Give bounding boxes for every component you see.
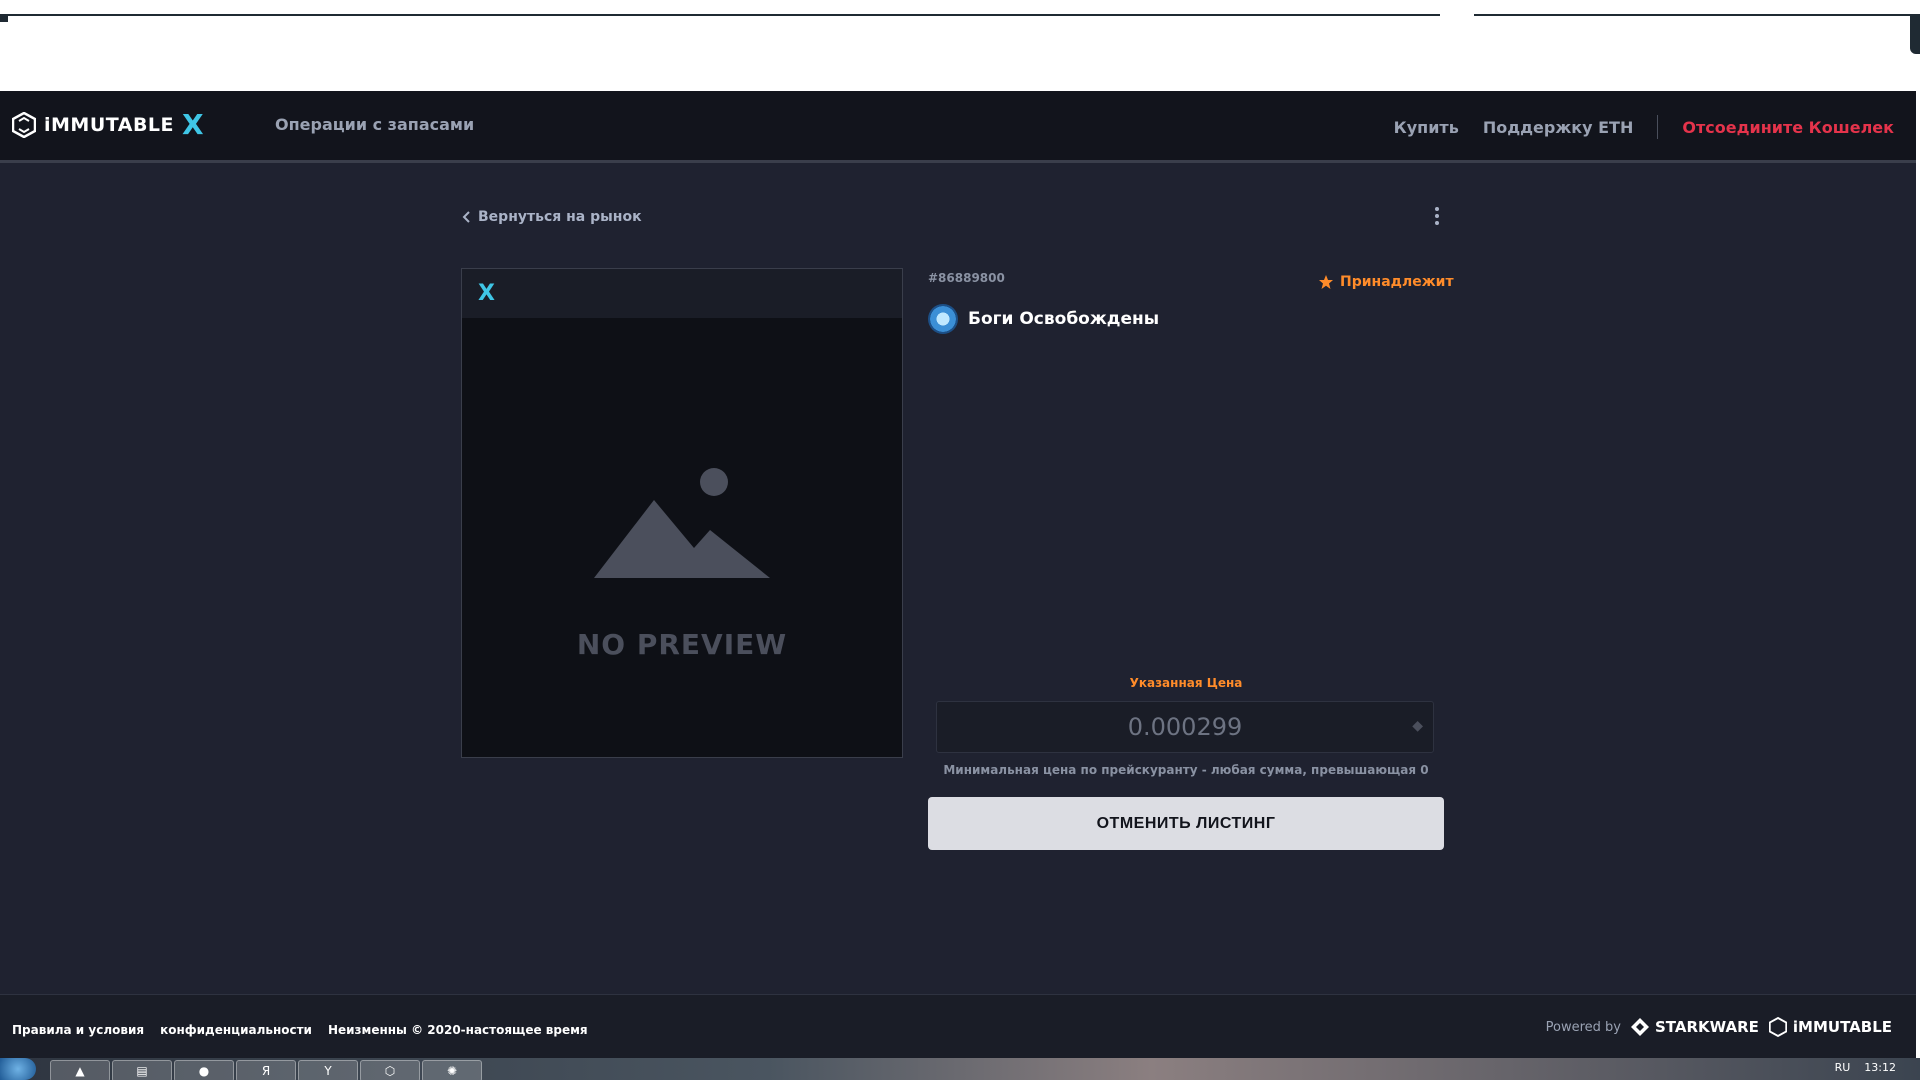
taskbar-app-folder-icon[interactable]: ▤	[112, 1060, 172, 1082]
disconnect-wallet-link[interactable]: Отсоедините Кошелек	[1682, 118, 1894, 137]
token-id: #86889800	[928, 271, 1005, 285]
listed-price-field: 0.000299 ◆	[936, 701, 1434, 753]
chevron-left-icon	[462, 211, 470, 223]
collection-name: Боги Освобождены	[968, 309, 1160, 329]
taskbar-app-gods-icon[interactable]: ✺	[422, 1060, 482, 1082]
browser-corner-right	[1910, 14, 1920, 54]
powered-by: Powered by STARKWARE iMMUTABLE	[1546, 1017, 1892, 1037]
browser-top-line-right	[1474, 14, 1920, 16]
asset-image-placeholder: NO PREVIEW	[462, 318, 902, 757]
listed-price-value: 0.000299	[1127, 713, 1243, 741]
no-preview-text: NO PREVIEW	[576, 628, 788, 661]
more-options-icon[interactable]	[1434, 207, 1440, 227]
app-root: iMMUTABLE X Операции с запасами Купить П…	[0, 91, 1916, 1067]
logo-wordmark: iMMUTABLE	[44, 114, 175, 136]
browser-chrome	[0, 0, 1920, 91]
eth-icon: ◆	[1412, 718, 1423, 734]
taskbar-app-avast-icon[interactable]: ▲	[50, 1060, 110, 1082]
nav-divider	[1657, 115, 1659, 139]
immutable-hex-icon	[1768, 1017, 1787, 1037]
taskbar-app-chrome-icon[interactable]: ●	[174, 1060, 234, 1082]
image-placeholder-icon	[594, 468, 770, 578]
owned-label: Принадлежит	[1340, 274, 1454, 290]
starkware-logo[interactable]: STARKWARE	[1630, 1018, 1759, 1036]
privacy-link[interactable]: конфиденциальности	[160, 1023, 312, 1037]
price-hint: Минимальная цена по прейскуранту - любая…	[943, 763, 1429, 777]
immutable-x-logo[interactable]: iMMUTABLE X	[12, 111, 204, 139]
starkware-label: STARKWARE	[1654, 1018, 1759, 1036]
footer: Правила и условия конфиденциальности Неи…	[0, 994, 1916, 1067]
cancel-listing-button[interactable]: ОТМЕНИТЬ ЛИСТИНГ	[928, 797, 1444, 850]
preview-card-header: X	[462, 269, 902, 318]
language-indicator[interactable]: RU	[1835, 1061, 1851, 1074]
taskbar-app-yandex-browser-icon[interactable]: Y	[298, 1060, 358, 1082]
nav-buy-link[interactable]: Купить	[1394, 118, 1459, 137]
copyright-text: Неизменны © 2020-настоящее время	[327, 1023, 588, 1037]
back-link-label: Вернуться на рынок	[478, 209, 642, 225]
clock[interactable]: 13:12	[1864, 1061, 1896, 1074]
collection-avatar	[928, 304, 958, 334]
starkware-icon	[1630, 1018, 1649, 1036]
system-tray: RU 13:12	[1835, 1061, 1896, 1074]
os-taskbar: ▲ ▤ ● Я Y ⬡ ✺ RU 13:12	[0, 1058, 1920, 1082]
immutable-hex-icon	[12, 112, 36, 138]
back-to-market-link[interactable]: Вернуться на рынок	[462, 209, 642, 225]
star-icon	[1319, 275, 1333, 289]
collection-info[interactable]: Боги Освобождены	[928, 304, 1159, 334]
immutable-footer-logo[interactable]: iMMUTABLE	[1768, 1017, 1892, 1037]
owned-badge: Принадлежит	[1318, 274, 1454, 290]
nav-inventory-link[interactable]: Операции с запасами	[275, 115, 474, 134]
nav-eth-support-link[interactable]: Поддержку ETH	[1483, 118, 1634, 137]
logo-x-mark: X	[182, 108, 204, 141]
start-button[interactable]	[0, 1058, 36, 1080]
taskbar-app-immutable-icon[interactable]: ⬡	[360, 1060, 420, 1082]
browser-top-line	[0, 14, 1440, 16]
footer-links: Правила и условия конфиденциальности Неи…	[12, 1023, 588, 1037]
immutable-footer-label: iMMUTABLE	[1792, 1018, 1892, 1036]
asset-preview-card: X NO PREVIEW	[461, 268, 903, 758]
powered-by-label: Powered by	[1545, 1019, 1621, 1035]
immutable-x-icon: X	[478, 281, 495, 306]
taskbar-app-yandex-icon[interactable]: Я	[236, 1060, 296, 1082]
browser-corner-left	[0, 14, 8, 22]
listed-price-label: Указанная Цена	[1129, 676, 1243, 690]
terms-link[interactable]: Правила и условия	[12, 1023, 144, 1037]
nav-right-group: Купить Поддержку ETH Отсоедините Кошелек	[1370, 115, 1894, 139]
top-navigation-bar: iMMUTABLE X Операции с запасами Купить П…	[0, 91, 1916, 163]
